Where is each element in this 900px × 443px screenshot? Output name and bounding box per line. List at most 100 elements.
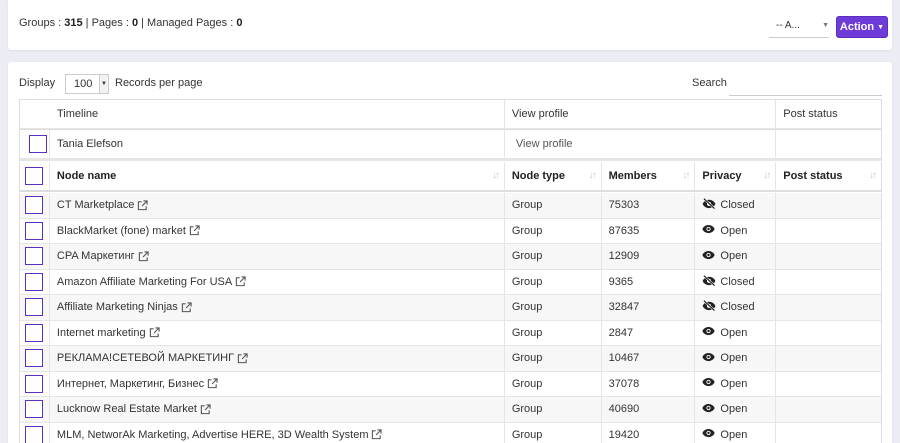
- row-checkbox[interactable]: [25, 298, 44, 317]
- sort-icon: ↓↑: [682, 170, 690, 181]
- external-link-icon[interactable]: [137, 200, 148, 211]
- select-all-checkbox[interactable]: [25, 167, 44, 185]
- privacy-cell: Open: [695, 397, 777, 422]
- sort-icon: ↓↑: [588, 170, 597, 181]
- column-members-label: Members: [608, 170, 657, 182]
- post-status-cell: [776, 397, 881, 422]
- post-status-cell: [776, 219, 881, 244]
- external-link-icon[interactable]: [138, 251, 149, 262]
- sort-icon: ↓↑: [491, 170, 500, 181]
- page-length-select[interactable]: 100 ▼: [65, 74, 109, 94]
- post-status-cell: [776, 193, 881, 218]
- timeline-checkbox-cell: [20, 130, 50, 158]
- node-name-link[interactable]: РЕКЛАМА!СЕТЕВОЙ МАРКЕТИНГ: [57, 352, 234, 364]
- node-name-link[interactable]: Amazon Affiliate Marketing For USA: [57, 276, 232, 288]
- node-name-link[interactable]: MLM, NetworAk Marketing, Advertise HERE,…: [57, 429, 369, 441]
- members-cell: 9365: [602, 269, 696, 294]
- row-checkbox[interactable]: [25, 247, 44, 266]
- row-checkbox-cell: [20, 244, 50, 269]
- eye-icon: [702, 250, 716, 263]
- view-profile-cell: View profile: [505, 130, 777, 158]
- node-type-cell: Group: [505, 320, 602, 345]
- row-checkbox[interactable]: [25, 221, 44, 240]
- node-name-link[interactable]: Internet marketing: [57, 327, 146, 339]
- privacy-label: Closed: [720, 199, 755, 212]
- timeline-name: Tania Elefson: [50, 130, 505, 158]
- node-name-cell: РЕКЛАМА!СЕТЕВОЙ МАРКЕТИНГ: [50, 346, 505, 371]
- row-checkbox-cell: [20, 320, 50, 345]
- node-name-link[interactable]: CPA Маркетинг: [57, 250, 135, 262]
- table-row: MLM, NetworAk Marketing, Advertise HERE,…: [20, 422, 881, 443]
- table-row: CT Marketplace Group 75303 Closed: [20, 193, 881, 219]
- row-checkbox[interactable]: [25, 374, 44, 393]
- managed-pages-count: 0: [236, 17, 243, 29]
- search-label: Search: [692, 77, 727, 89]
- table-row: BlackMarket (fone) market Group 87635 Open: [20, 218, 881, 244]
- node-name-link[interactable]: Affiliate Marketing Ninjas: [57, 301, 178, 313]
- row-checkbox-cell: [20, 397, 50, 422]
- privacy-label: Open: [720, 428, 748, 441]
- row-checkbox[interactable]: [25, 323, 44, 342]
- node-name-link[interactable]: Lucknow Real Estate Market: [57, 403, 197, 415]
- node-name-cell: Amazon Affiliate Marketing For USA: [50, 269, 505, 294]
- action-button[interactable]: Action ▼: [836, 16, 888, 38]
- eye-icon: [702, 224, 716, 237]
- external-link-icon[interactable]: [237, 353, 248, 364]
- node-type-cell: Group: [505, 422, 602, 443]
- pages-label: | Pages :: [82, 17, 132, 29]
- timeline-post-status: [776, 130, 881, 158]
- caret-down-icon: ▼: [877, 23, 885, 31]
- row-checkbox-cell: [20, 193, 50, 218]
- row-checkbox[interactable]: [25, 272, 44, 291]
- external-link-icon[interactable]: [235, 276, 246, 287]
- node-name-link[interactable]: CT Marketplace: [57, 199, 134, 211]
- row-checkbox-cell: [20, 346, 50, 371]
- row-checkbox[interactable]: [25, 400, 44, 419]
- node-type-cell: Group: [505, 193, 602, 218]
- external-link-icon[interactable]: [149, 327, 160, 338]
- external-link-icon[interactable]: [207, 378, 218, 389]
- sort-icon: ↓↑: [763, 170, 771, 181]
- timeline-checkbox[interactable]: [28, 135, 47, 153]
- external-link-icon[interactable]: [371, 429, 383, 440]
- column-post-status-label: Post status: [783, 170, 843, 182]
- node-name-link[interactable]: BlackMarket (fone) market: [57, 225, 186, 237]
- eye-icon: [702, 377, 716, 390]
- column-node-type[interactable]: Node type ↓↑: [505, 162, 602, 190]
- node-name-link[interactable]: Интернет, Маркетинг, Бизнес: [57, 378, 204, 390]
- privacy-label: Closed: [720, 275, 755, 288]
- row-checkbox-cell: [20, 422, 50, 443]
- bulk-select-dropdown[interactable]: -- A... ▼: [769, 16, 829, 38]
- summary-bar: Groups : 315 | Pages : 0 | Managed Pages…: [8, 0, 892, 50]
- column-privacy[interactable]: Privacy ↓↑: [695, 162, 777, 190]
- privacy-label: Closed: [720, 301, 755, 314]
- external-link-icon[interactable]: [189, 225, 200, 236]
- members-cell: 87635: [602, 218, 696, 243]
- row-checkbox[interactable]: [25, 196, 44, 215]
- node-type-cell: Group: [505, 244, 602, 269]
- row-checkbox[interactable]: [25, 425, 44, 443]
- node-type-cell: Group: [505, 397, 602, 422]
- column-header-row: Node name ↓↑ Node type ↓↑ Members ↓↑ Privac…: [20, 162, 881, 192]
- timeline-row: Tania Elefson View profile: [20, 129, 881, 161]
- post-status-cell: [776, 346, 881, 371]
- node-name-cell: Lucknow Real Estate Market: [50, 397, 505, 422]
- eye-icon: [702, 326, 716, 339]
- external-link-icon[interactable]: [200, 404, 211, 415]
- post-status-cell: [776, 244, 881, 269]
- members-cell: 10467: [602, 346, 696, 371]
- row-checkbox[interactable]: [25, 349, 44, 368]
- external-link-icon[interactable]: [181, 302, 192, 313]
- column-node-name[interactable]: Node name ↓↑: [50, 162, 505, 190]
- view-profile-link[interactable]: View profile: [512, 138, 573, 150]
- eye-slash-icon: [702, 198, 716, 212]
- action-button-label: Action: [839, 21, 875, 33]
- column-post-status[interactable]: Post status ↓↑: [776, 162, 881, 190]
- search-input[interactable]: [729, 72, 882, 96]
- column-members[interactable]: Members ↓↑: [602, 162, 696, 190]
- display-label: Display: [19, 77, 56, 89]
- privacy-cell: Closed: [695, 193, 777, 218]
- row-checkbox-cell: [20, 295, 50, 320]
- post-status-cell: [776, 372, 881, 397]
- privacy-label: Open: [720, 224, 748, 237]
